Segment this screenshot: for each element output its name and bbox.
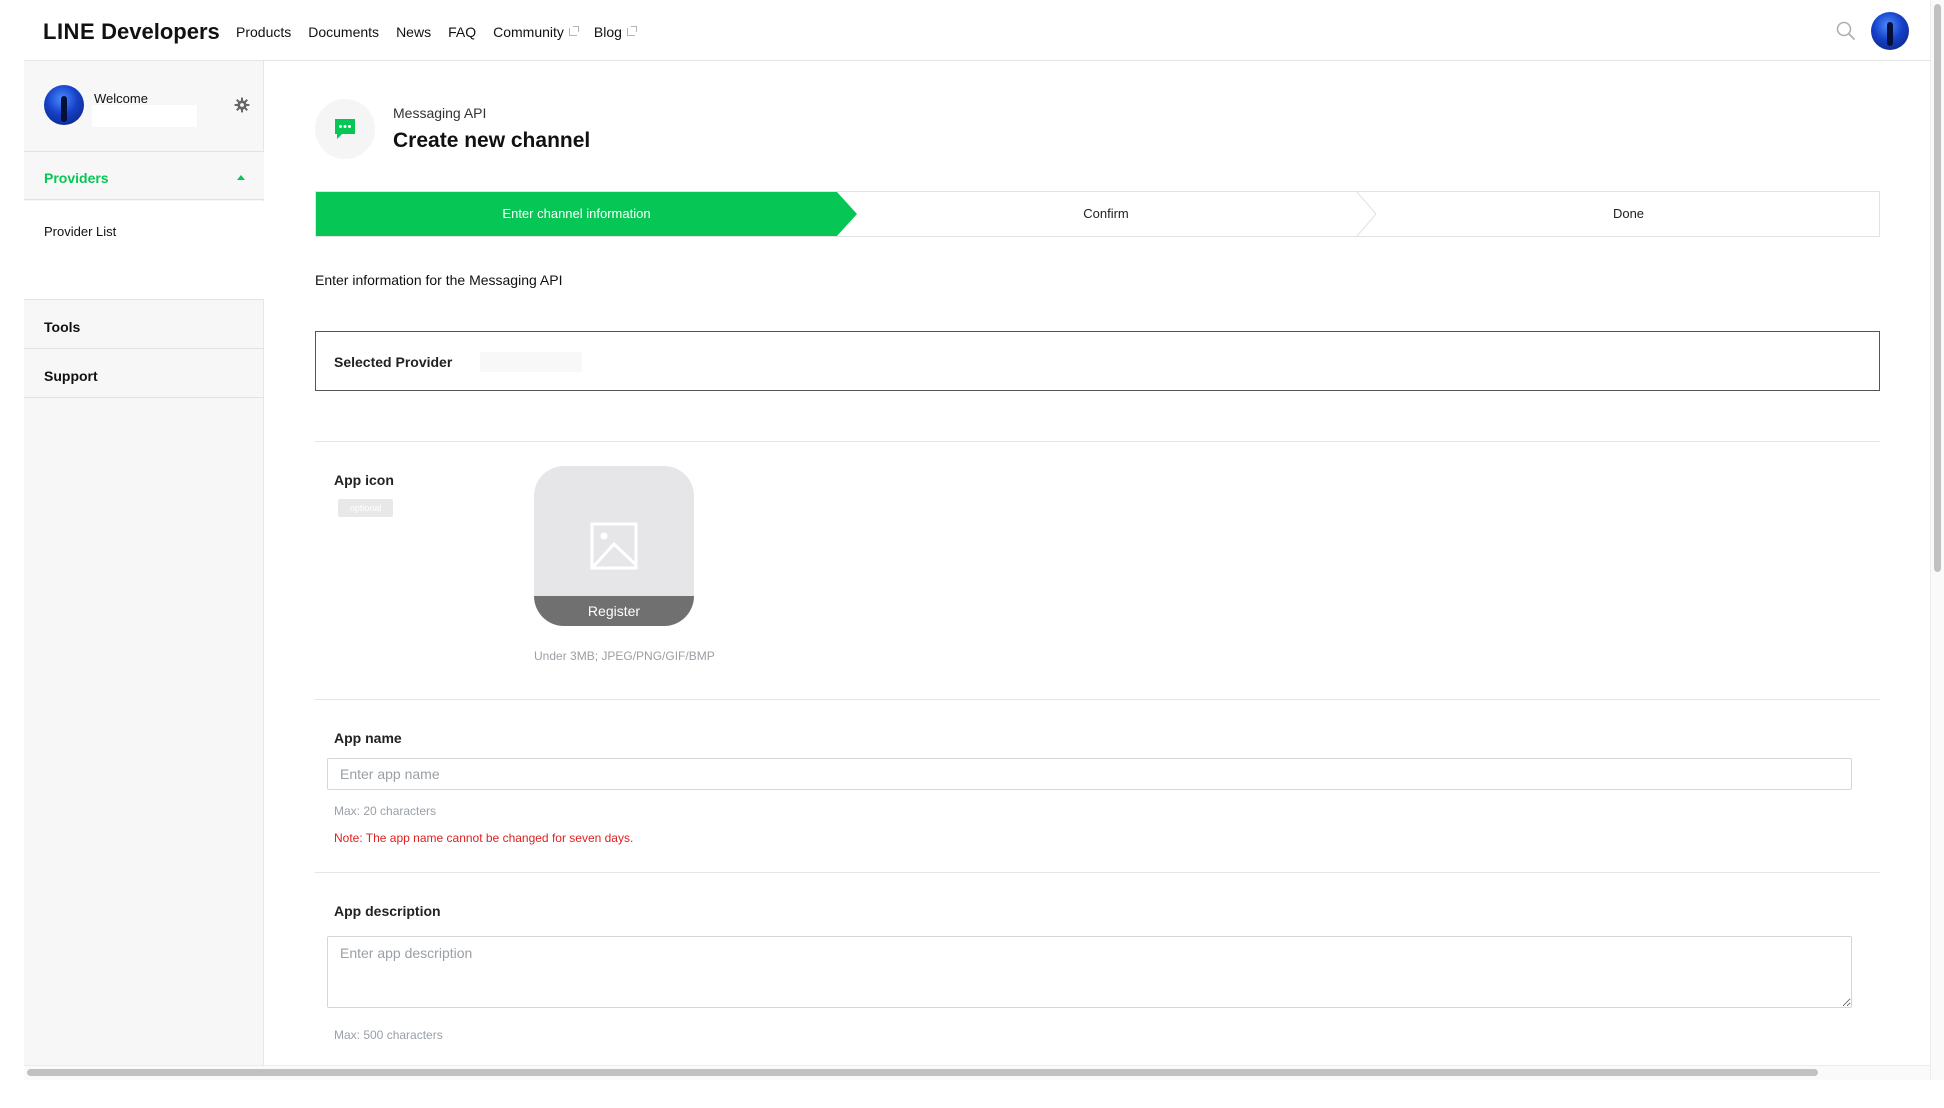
sidebar-item-support[interactable]: Support [24, 350, 264, 398]
user-name-field [92, 105, 197, 127]
horizontal-scrollbar-thumb[interactable] [27, 1069, 1818, 1076]
app-name-note: Note: The app name cannot be changed for… [334, 831, 634, 845]
app-name-label: App name [334, 730, 402, 746]
app-name-input[interactable] [327, 758, 1852, 790]
progress-stepper: Enter channel information Confirm Done [315, 191, 1880, 237]
sidebar-item-label: Tools [44, 319, 81, 335]
selected-provider-value [480, 352, 582, 372]
nav-news[interactable]: News [396, 24, 431, 40]
providers-submenu: Provider List [24, 201, 264, 300]
step-arrow [837, 192, 857, 236]
logo-developers-text: Developers [101, 19, 220, 44]
app-icon-label: App icon [334, 472, 394, 488]
caret-up-icon [237, 175, 245, 180]
nav-faq[interactable]: FAQ [448, 24, 476, 40]
nav-documents-label: Documents [308, 24, 380, 40]
sidebar-item-providers[interactable]: Providers [24, 151, 264, 200]
selected-provider-label: Selected Provider [334, 354, 453, 370]
register-button[interactable]: Register [534, 596, 694, 626]
nav-blog-label: Blog [593, 24, 622, 40]
app-name-hint: Max: 20 characters [334, 804, 437, 818]
top-header: LINE Developers Products Documents News F… [24, 0, 1930, 61]
top-nav: Products Documents News FAQ Community Bl… [236, 24, 652, 40]
image-placeholder-icon [590, 522, 638, 570]
intro-text: Enter information for the Messaging API [315, 272, 563, 288]
sidebar: Welcome Providers Provider List Tools Su… [24, 61, 264, 1065]
logo-line-text: LINE [43, 19, 96, 44]
line-developers-logo[interactable]: LINE Developers [43, 19, 220, 45]
nav-news-label: News [396, 24, 432, 40]
nav-community-label: Community [493, 24, 564, 40]
page-title: Create new channel [393, 129, 591, 152]
avatar [44, 85, 84, 125]
step-enter-channel-information: Enter channel information [316, 192, 837, 236]
main-content: Messaging API Create new channel Enter c… [265, 61, 1930, 1065]
nav-community[interactable]: Community [493, 24, 579, 40]
vertical-scrollbar-thumb[interactable] [1934, 4, 1941, 572]
app-description-hint: Max: 500 characters [334, 1028, 443, 1042]
welcome-text: Welcome [94, 91, 148, 106]
step-confirm: Confirm [1083, 206, 1129, 221]
channel-type-label: Messaging API [393, 105, 487, 121]
nav-faq-label: FAQ [448, 24, 477, 40]
app-icon-hint: Under 3MB; JPEG/PNG/GIF/BMP [534, 649, 715, 663]
messaging-api-icon [315, 99, 375, 159]
nav-products[interactable]: Products [236, 24, 291, 40]
divider [315, 441, 1880, 442]
selected-provider-box: Selected Provider [315, 331, 1880, 391]
sidebar-item-provider-list[interactable]: Provider List [44, 224, 116, 239]
app-description-label: App description [334, 903, 441, 919]
sidebar-item-label: Support [44, 368, 98, 384]
app-description-input[interactable] [327, 936, 1852, 1008]
nav-products-label: Products [236, 24, 292, 40]
step-done: Done [1612, 206, 1645, 221]
nav-documents[interactable]: Documents [308, 24, 379, 40]
divider [315, 699, 1880, 700]
sidebar-item-tools[interactable]: Tools [24, 301, 264, 349]
app-icon-upload[interactable]: Register [534, 466, 694, 626]
nav-blog[interactable]: Blog [593, 24, 637, 40]
optional-badge: optional [338, 499, 393, 517]
sidebar-item-label: Providers [44, 170, 109, 186]
external-link-icon [568, 26, 579, 36]
step-separator-icon [1356, 192, 1377, 236]
search-icon[interactable] [1835, 20, 1857, 42]
gear-icon[interactable] [234, 97, 250, 113]
user-avatar[interactable] [1871, 12, 1909, 50]
divider [315, 872, 1880, 873]
external-link-icon [626, 26, 637, 36]
